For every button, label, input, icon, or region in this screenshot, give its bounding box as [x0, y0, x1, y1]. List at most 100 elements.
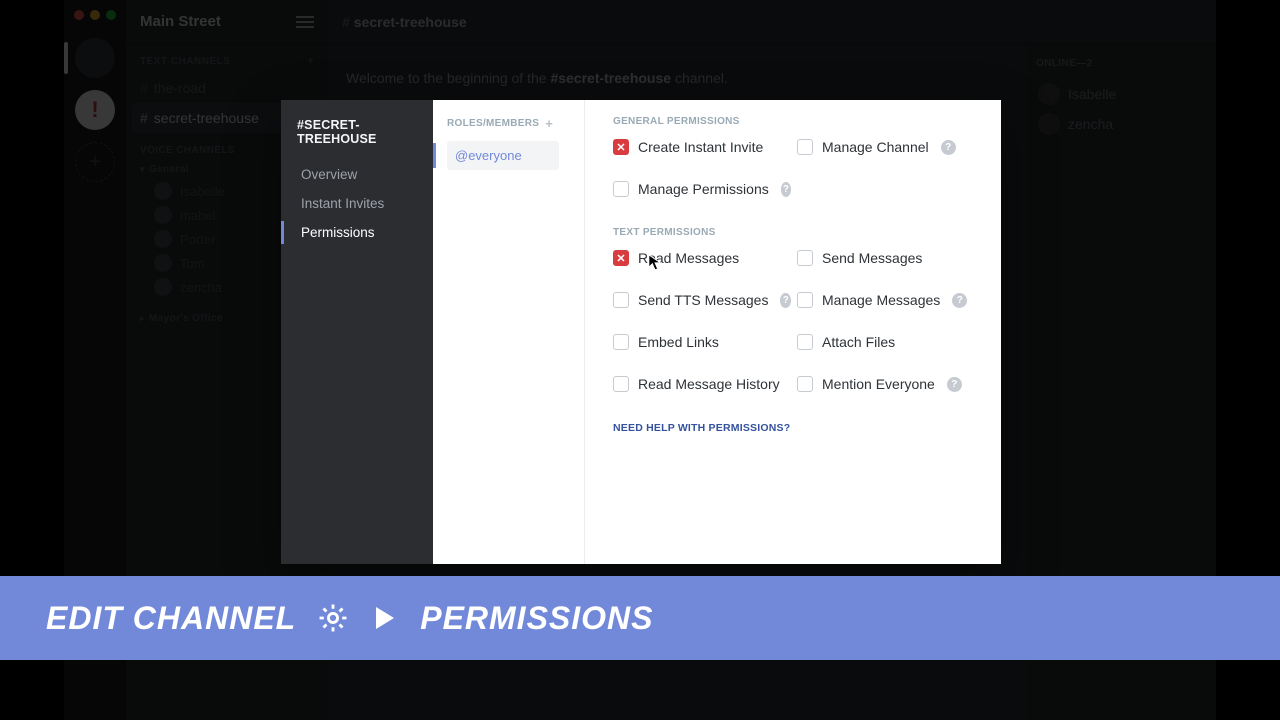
minimize-window-icon[interactable] [90, 10, 100, 20]
help-icon[interactable]: ? [941, 140, 956, 155]
perm-manage-messages[interactable]: Manage Messages ? [797, 292, 975, 308]
gear-icon [316, 601, 350, 635]
modal-title: #SECRET-TREEHOUSE [297, 118, 425, 146]
members-header: ONLINE—2 [1036, 58, 1206, 69]
perm-read-messages[interactable]: Read Messages [613, 250, 791, 266]
help-icon[interactable]: ? [952, 293, 967, 308]
perm-label: Send Messages [822, 250, 922, 266]
hash-icon: # [140, 110, 148, 126]
checkbox-icon[interactable] [797, 292, 813, 308]
voice-channel-mayors-office[interactable]: Mayor's Office [149, 313, 223, 324]
perm-send-messages[interactable]: Send Messages [797, 250, 975, 266]
perm-label: Send TTS Messages [638, 292, 768, 308]
avatar [154, 230, 172, 248]
welcome-channel: #secret-treehouse [550, 70, 671, 86]
checkbox-icon[interactable] [613, 334, 629, 350]
maximize-window-icon[interactable] [106, 10, 116, 20]
perm-create-instant-invite[interactable]: Create Instant Invite [613, 139, 791, 155]
perm-attach-files[interactable]: Attach Files [797, 334, 975, 350]
perm-label: Create Instant Invite [638, 139, 763, 155]
role-everyone[interactable]: @everyone [447, 141, 559, 170]
perm-label: Manage Permissions [638, 181, 769, 197]
perm-mention-everyone[interactable]: Mention Everyone ? [797, 376, 975, 392]
avatar [154, 206, 172, 224]
hash-icon: # [342, 14, 350, 30]
checkbox-icon[interactable] [797, 376, 813, 392]
sidebar-item-invites[interactable]: Instant Invites [297, 189, 425, 218]
member-row[interactable]: zencha [1036, 109, 1206, 139]
perm-label: Manage Channel [822, 139, 929, 155]
chat-channel-name: secret-treehouse [354, 14, 467, 30]
roles-header: ROLES/MEMBERS [447, 118, 539, 129]
server-header[interactable]: Main Street [126, 0, 328, 44]
channel-label: the-road [154, 80, 206, 96]
checkbox-icon[interactable] [797, 334, 813, 350]
help-icon[interactable]: ? [947, 377, 962, 392]
perm-embed-links[interactable]: Embed Links [613, 334, 791, 350]
voice-user-name: mabel [180, 208, 215, 223]
add-role-icon[interactable]: + [545, 116, 553, 131]
perm-label: Attach Files [822, 334, 895, 350]
banner-permissions: PERMISSIONS [420, 600, 653, 637]
perm-manage-channel[interactable]: Manage Channel ? [797, 139, 975, 155]
channel-settings-modal: #SECRET-TREEHOUSE Overview Instant Invit… [281, 100, 1001, 564]
sidebar-item-permissions[interactable]: Permissions [297, 218, 425, 247]
chevron-down-icon[interactable]: ▾ [140, 164, 145, 175]
help-icon[interactable]: ? [780, 293, 791, 308]
welcome-text: the beginning of the [424, 70, 551, 86]
avatar [154, 182, 172, 200]
need-help-link[interactable]: NEED HELP WITH PERMISSIONS? [613, 422, 979, 434]
sidebar-item-overview[interactable]: Overview [297, 160, 425, 189]
add-server-button[interactable]: + [75, 142, 115, 182]
voice-user-name: Tom [180, 256, 205, 271]
chat-header: # secret-treehouse [328, 0, 1216, 44]
channel-the-road[interactable]: # the-road [132, 73, 322, 103]
tutorial-banner: EDIT CHANNEL PERMISSIONS [0, 576, 1280, 660]
hash-icon: # [140, 80, 148, 96]
server-avatar-main-street[interactable] [75, 38, 115, 78]
text-channels-header: TEXT CHANNELS [140, 56, 230, 67]
avatar [1038, 113, 1060, 135]
checkbox-deny-icon[interactable] [613, 139, 629, 155]
avatar [154, 254, 172, 272]
checkbox-icon[interactable] [797, 139, 813, 155]
perm-label: Embed Links [638, 334, 719, 350]
member-row[interactable]: Isabelle [1036, 79, 1206, 109]
perm-label: Read Message History [638, 376, 780, 392]
voice-user-name: Porter [180, 232, 215, 247]
voice-header: VOICE CHANNELS [140, 145, 235, 156]
member-name: Isabelle [1068, 86, 1116, 102]
checkbox-icon[interactable] [613, 181, 629, 197]
checkbox-icon[interactable] [797, 250, 813, 266]
roles-panel: ROLES/MEMBERS + @everyone [433, 100, 585, 564]
perm-read-history[interactable]: Read Message History [613, 376, 791, 392]
server-avatar-alert[interactable]: ! [75, 90, 115, 130]
cursor-icon [648, 254, 662, 272]
avatar [154, 278, 172, 296]
permissions-panel: GENERAL PERMISSIONS Create Instant Invit… [585, 100, 1001, 564]
voice-user-name: zencha [180, 280, 222, 295]
perm-manage-permissions[interactable]: Manage Permissions ? [613, 181, 791, 197]
alert-icon: ! [91, 97, 98, 123]
add-text-channel-icon[interactable]: + [308, 56, 314, 67]
play-icon [376, 607, 394, 629]
welcome-text: channel. [671, 70, 728, 86]
modal-sidebar: #SECRET-TREEHOUSE Overview Instant Invit… [281, 100, 433, 564]
hamburger-icon[interactable] [296, 21, 314, 23]
close-window-icon[interactable] [74, 10, 84, 20]
help-icon[interactable]: ? [781, 182, 791, 197]
checkbox-icon[interactable] [613, 292, 629, 308]
member-name: zencha [1068, 116, 1113, 132]
chevron-right-icon[interactable]: ▸ [140, 313, 145, 324]
avatar [1038, 83, 1060, 105]
voice-channel-general[interactable]: General [149, 164, 189, 175]
welcome-text: Welcome to [346, 70, 424, 86]
perm-label: Mention Everyone [822, 376, 935, 392]
perm-send-tts[interactable]: Send TTS Messages ? [613, 292, 791, 308]
checkbox-icon[interactable] [613, 376, 629, 392]
banner-edit-channel: EDIT CHANNEL [46, 600, 296, 637]
voice-user-name: Isabelle [180, 184, 225, 199]
window-traffic-lights [74, 10, 116, 20]
section-general-permissions: GENERAL PERMISSIONS [613, 116, 979, 127]
checkbox-deny-icon[interactable] [613, 250, 629, 266]
